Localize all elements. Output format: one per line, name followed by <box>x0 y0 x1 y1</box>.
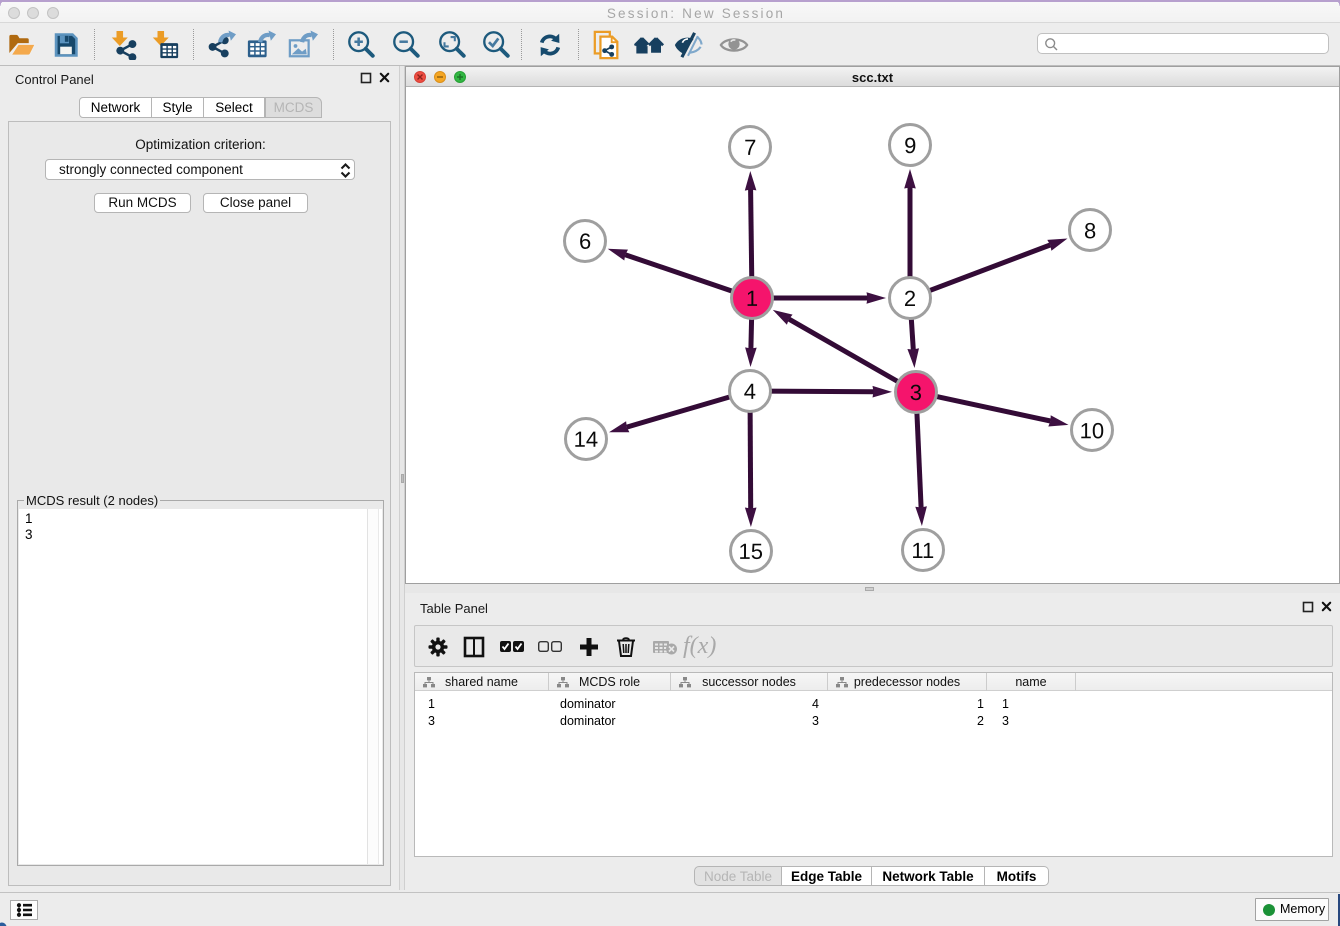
svg-text:1: 1 <box>746 286 758 311</box>
svg-text:6: 6 <box>579 229 591 254</box>
svg-text:7: 7 <box>744 135 756 160</box>
svg-text:9: 9 <box>904 133 916 158</box>
svg-text:15: 15 <box>739 539 764 564</box>
svg-text:8: 8 <box>1084 218 1096 243</box>
svg-text:11: 11 <box>911 538 934 563</box>
svg-text:2: 2 <box>904 286 916 311</box>
svg-text:14: 14 <box>574 427 599 452</box>
svg-text:3: 3 <box>910 380 922 405</box>
svg-text:10: 10 <box>1080 418 1105 443</box>
svg-text:4: 4 <box>744 379 756 404</box>
